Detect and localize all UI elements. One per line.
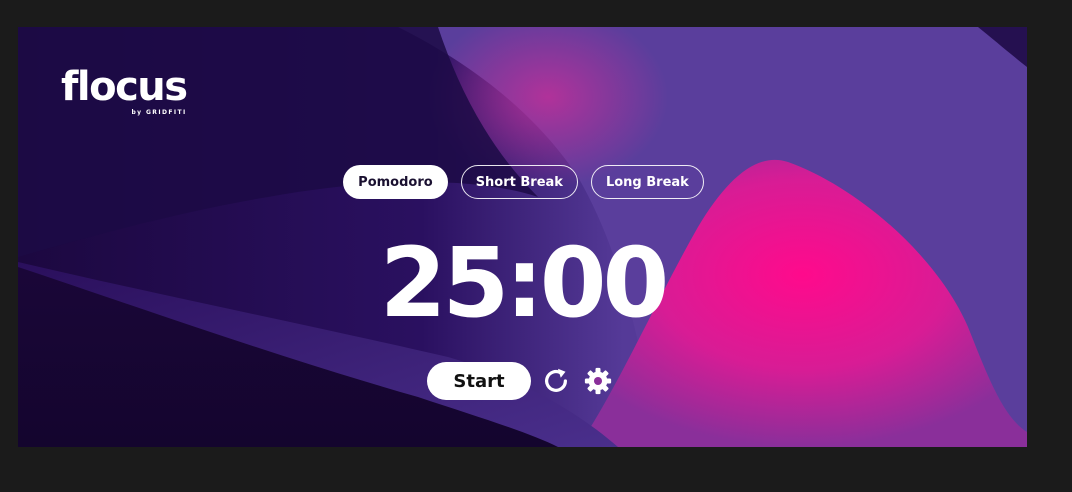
app-canvas: flocus by GRIDFITI Pomodoro Short Break … [18,27,1027,447]
reset-button[interactable] [539,364,573,398]
logo-wordmark: flocus [61,64,188,110]
timer-controls: Start [427,362,615,400]
flocus-logo: flocus by GRIDFITI [61,64,188,116]
logo-byline: by GRIDFITI [131,109,187,116]
gear-icon [584,367,612,395]
tab-long-break[interactable]: Long Break [590,165,704,199]
refresh-icon [545,368,567,392]
timer-display: 25:00 [379,227,670,339]
tab-pomodoro[interactable]: Pomodoro [343,165,448,199]
settings-button[interactable] [581,364,615,398]
timer-mode-tabs: Pomodoro Short Break Long Break [18,165,1027,199]
tab-short-break[interactable]: Short Break [460,165,578,199]
start-button[interactable]: Start [427,362,531,400]
